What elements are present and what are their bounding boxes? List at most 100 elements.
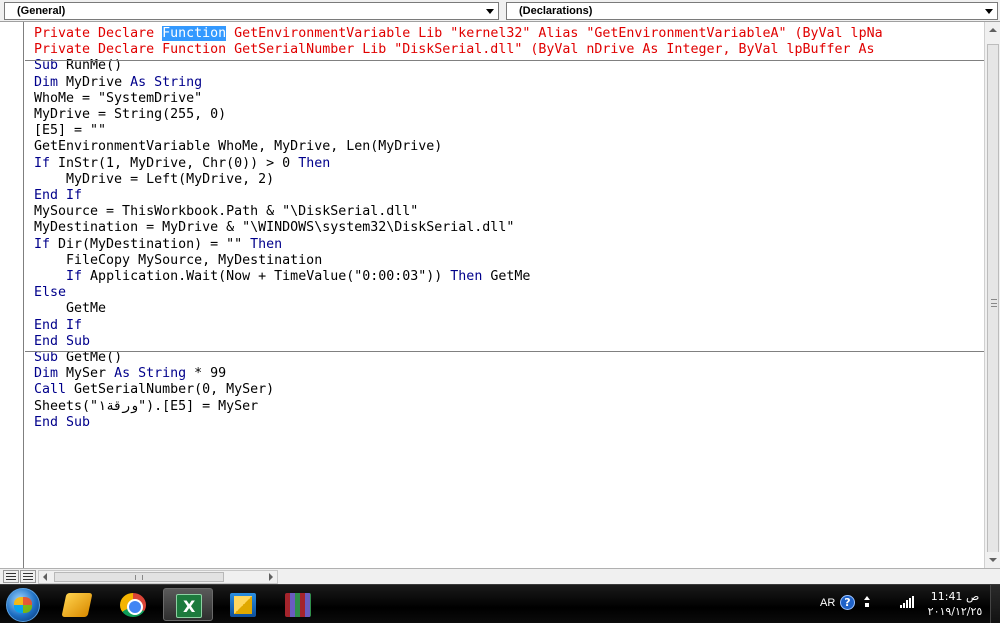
chrome-icon xyxy=(120,593,146,617)
code-text: MySer xyxy=(58,366,115,382)
code-text: * 99 xyxy=(186,366,227,382)
code-editor[interactable]: Private Declare Function GetEnvironmentV… xyxy=(0,22,1000,568)
code-line[interactable]: [E5] = "" xyxy=(34,123,106,138)
code-keyword: Then xyxy=(298,155,331,171)
code-line[interactable]: If Dir(MyDestination) = "" Then xyxy=(34,237,282,252)
procedure-dropdown[interactable]: (Declarations) xyxy=(506,2,998,20)
code-line[interactable]: If Application.Wait(Now + TimeValue("0:0… xyxy=(34,269,530,284)
code-keyword: If xyxy=(34,155,51,171)
code-text: [E5] = "" xyxy=(34,123,107,139)
taskbar-app-utility[interactable] xyxy=(52,588,102,621)
code-text: GetMe xyxy=(34,301,107,317)
object-dropdown[interactable]: (General) xyxy=(4,2,499,20)
scroll-up-icon[interactable] xyxy=(985,22,1000,38)
code-keyword: End xyxy=(34,414,59,430)
horizontal-scrollbar[interactable] xyxy=(38,570,278,584)
excel-icon xyxy=(176,594,202,618)
taskbar-app-excel[interactable] xyxy=(163,588,213,621)
code-line[interactable]: End If xyxy=(34,188,82,203)
code-keyword: End xyxy=(34,188,59,204)
code-line[interactable]: Sheets("ورقة١").[E5] = MySer xyxy=(34,399,258,414)
code-line[interactable]: Call GetSerialNumber(0, MySer) xyxy=(34,382,274,397)
chevron-down-icon[interactable] xyxy=(483,4,496,18)
code-line[interactable]: Else xyxy=(34,285,66,300)
code-line[interactable]: MyDrive = Left(MyDrive, 2) xyxy=(34,172,274,187)
code-line[interactable]: Private Declare Function GetEnvironmentV… xyxy=(34,26,883,41)
procedure-dropdown-value: (Declarations) xyxy=(519,5,593,17)
code-line[interactable]: Sub GetMe() xyxy=(34,350,122,365)
procedure-separator xyxy=(25,60,984,61)
code-text: MyDestination = MyDrive & "\WINDOWS\syst… xyxy=(34,220,515,236)
code-keyword: Dim xyxy=(34,366,59,382)
code-text: GetSerialNumber(0, MySer) xyxy=(66,382,275,398)
code-line[interactable]: MyDrive = String(255, 0) xyxy=(34,107,226,122)
declarations-section[interactable]: Private Declare Function GetEnvironmentV… xyxy=(34,26,984,58)
scroll-down-icon[interactable] xyxy=(985,552,1000,568)
horizontal-scroll-thumb[interactable] xyxy=(54,572,224,582)
code-text: GetMe xyxy=(482,269,531,285)
scrollbar-corner xyxy=(984,569,1000,585)
procedure-runme[interactable]: Sub RunMe() Dim MyDrive As String WhoMe … xyxy=(34,58,984,350)
code-text: GetEnvironmentVariable WhoMe, MyDrive, L… xyxy=(34,139,443,155)
code-text: GetEnvironmentVariable Lib "kernel32" Al… xyxy=(226,26,883,41)
code-line[interactable]: Dim MyDrive As String xyxy=(34,75,202,90)
code-keyword: End xyxy=(34,317,59,333)
code-line[interactable]: WhoMe = "SystemDrive" xyxy=(34,91,202,106)
code-keyword: If xyxy=(66,317,83,333)
code-line[interactable]: FileCopy MySource, MyDestination xyxy=(34,253,322,268)
taskbar-app-chrome[interactable] xyxy=(108,588,158,621)
windows-taskbar: AR ? 11:41 ص ٢٠١٩/١٢/٢٥ xyxy=(0,584,1000,623)
scroll-right-icon[interactable] xyxy=(264,571,277,583)
full-module-view-button[interactable] xyxy=(20,570,36,583)
chevron-down-icon[interactable] xyxy=(982,4,995,18)
code-line[interactable]: Private Declare Function GetSerialNumber… xyxy=(34,42,875,57)
code-line[interactable]: End If xyxy=(34,318,82,333)
clock-date[interactable]: ٢٠١٩/١٢/٢٥ xyxy=(925,605,985,618)
margin-indicator-bar[interactable] xyxy=(0,22,24,568)
network-signal-icon[interactable] xyxy=(900,596,914,608)
procedure-getme[interactable]: Sub GetMe() Dim MySer As String * 99 Cal… xyxy=(34,350,984,431)
code-text: Dir(MyDestination) = "" xyxy=(50,236,251,252)
scroll-left-icon[interactable] xyxy=(39,571,52,583)
code-keyword: If xyxy=(66,188,83,204)
code-keyword: Call xyxy=(34,382,67,398)
code-line[interactable]: MySource = ThisWorkbook.Path & "\DiskSer… xyxy=(34,204,418,219)
code-keyword: Then xyxy=(250,236,283,252)
vertical-scroll-thumb[interactable] xyxy=(987,44,999,564)
code-line[interactable]: GetEnvironmentVariable WhoMe, MyDrive, L… xyxy=(34,139,442,154)
code-keyword: As xyxy=(130,74,147,90)
code-text: MyDrive xyxy=(58,74,131,90)
procedure-view-button[interactable] xyxy=(3,570,19,583)
taskbar-app-winrar[interactable] xyxy=(273,588,323,621)
code-keyword: Dim xyxy=(34,74,59,90)
code-line[interactable]: Dim MySer As String * 99 xyxy=(34,366,226,381)
language-indicator[interactable]: AR xyxy=(820,597,835,609)
clock-period: ص xyxy=(965,590,980,603)
code-area[interactable]: Private Declare Function GetEnvironmentV… xyxy=(34,26,984,431)
code-text: GetMe() xyxy=(58,350,123,366)
installer-icon xyxy=(230,593,256,617)
code-line[interactable]: End Sub xyxy=(34,334,90,349)
code-text: MyDrive = Left(MyDrive, 2) xyxy=(34,171,275,187)
vertical-scrollbar[interactable] xyxy=(984,22,1000,568)
grip-icon xyxy=(991,299,997,307)
code-text: Private Declare xyxy=(34,26,163,41)
show-desktop-button[interactable] xyxy=(990,585,1000,623)
clock-time[interactable]: 11:41 ص xyxy=(930,590,980,603)
start-button-icon[interactable] xyxy=(6,588,40,622)
code-line[interactable]: GetMe xyxy=(34,301,106,316)
taskbar-app-installer[interactable] xyxy=(218,588,268,621)
action-center-icon[interactable] xyxy=(864,595,872,609)
code-keyword: If xyxy=(66,269,83,285)
code-line[interactable]: End Sub xyxy=(34,415,90,430)
code-keyword: Then xyxy=(450,269,483,285)
code-selection: Function xyxy=(162,26,227,41)
help-icon[interactable]: ? xyxy=(840,595,855,610)
code-line[interactable]: MyDestination = MyDrive & "\WINDOWS\syst… xyxy=(34,220,514,235)
code-line[interactable]: If InStr(1, MyDrive, Chr(0)) > 0 Then xyxy=(34,156,330,171)
